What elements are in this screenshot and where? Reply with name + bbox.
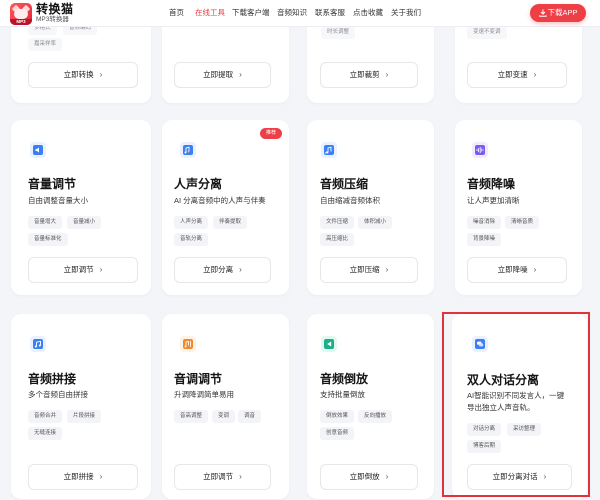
recommend-badge: 推荐 <box>260 128 282 139</box>
chevron-right-icon: › <box>99 265 103 274</box>
card-audio-denoise[interactable]: 音频降噪 让人声更加清晰 噪音消除 清晰音质 背景降噪 立即降噪 › <box>455 120 582 295</box>
tag: 背景降噪 <box>467 233 502 246</box>
convert-now-button[interactable]: 立即转换 › <box>28 62 138 88</box>
tag: 嘉采样率 <box>28 38 63 51</box>
tag: 音量标准化 <box>28 233 68 246</box>
reverse-icon <box>321 336 337 352</box>
tag: 创意音频 <box>320 427 355 440</box>
vocal-split-icon <box>180 142 196 158</box>
tag: 文件压缩 <box>320 216 355 229</box>
adjust-now-button[interactable]: 立即调节 › <box>28 257 138 283</box>
tag: 人声分离 <box>174 216 209 229</box>
chevron-right-icon: › <box>239 70 242 79</box>
tag: 变速不变调 <box>467 26 507 39</box>
download-icon <box>539 9 547 17</box>
merge-now-button[interactable]: 立即拼接 › <box>28 464 138 490</box>
chevron-right-icon: › <box>239 472 242 481</box>
tag: 音高调整 <box>174 410 209 423</box>
card-description: 导出独立人声音轨。 <box>467 403 535 412</box>
chevron-right-icon: › <box>99 70 103 79</box>
card-title: 人声分离 <box>174 177 223 191</box>
volume-icon <box>30 142 46 158</box>
card-audio-merge[interactable]: 音频拼接 多个音频自由拼接 音频合并 片段拼接 无缝连接 立即拼接 › <box>11 314 151 499</box>
separate-now-button[interactable]: 立即分离 › <box>174 257 271 283</box>
merge-icon <box>30 336 46 352</box>
tag: 伴奏提取 <box>213 216 248 229</box>
chevron-right-icon: › <box>543 472 547 481</box>
card-description: AI 分离音频中的人声与伴奏 <box>174 196 266 205</box>
separate-dialogue-now-button[interactable]: 立即分离对话 › <box>467 464 572 490</box>
card-description: 多个音频自由拼接 <box>28 390 88 399</box>
tag: 倒放效果 <box>320 410 355 423</box>
reverse-now-button[interactable]: 立即倒放 › <box>320 464 418 490</box>
chevron-right-icon: › <box>385 472 389 481</box>
download-app-button[interactable]: 下载APP <box>530 4 586 22</box>
chevron-right-icon: › <box>385 265 389 274</box>
trim-now-button[interactable]: 立即裁剪 › <box>320 62 418 88</box>
tag: 博客后期 <box>467 440 502 453</box>
tag: 清晰音质 <box>505 216 540 229</box>
card-description: 自由调整音量大小 <box>28 196 88 205</box>
dialogue-icon <box>472 336 488 352</box>
chevron-right-icon: › <box>239 265 242 274</box>
top-header: MP3 转换猫 MP3转换器 首页 在线工具 下载客户端 音频知识 联系客服 点… <box>0 0 600 27</box>
card-title: 音频拼接 <box>28 372 77 386</box>
card-description: 让人声更加清晰 <box>467 196 520 205</box>
tag: 调音 <box>238 410 262 423</box>
compress-icon <box>321 142 337 158</box>
tag: 时长调整 <box>321 26 356 39</box>
logo-subtitle: MP3转换器 <box>36 16 69 23</box>
tag: 片段拼接 <box>67 410 102 423</box>
nav-contact-support[interactable]: 联系客服 <box>315 0 345 27</box>
denoise-now-button[interactable]: 立即降噪 › <box>467 257 567 283</box>
tag: 反向播放 <box>358 410 393 423</box>
card-volume-adjust[interactable]: 音量调节 自由调整音量大小 音量增大 音量减小 音量标准化 立即调节 › <box>11 120 151 295</box>
tag: 无缝连接 <box>28 427 63 440</box>
card-title: 音频降噪 <box>467 177 516 191</box>
nav-download-client[interactable]: 下载客户端 <box>232 0 270 27</box>
card-description: 升调降调简单易用 <box>174 390 234 399</box>
chevron-right-icon: › <box>533 70 537 79</box>
tag: 音量增大 <box>28 216 63 229</box>
card-dialogue-separation[interactable]: 双人对话分离 AI智能识别不同发言人，一键 导出独立人声音轨。 对话分离 采访整… <box>452 314 587 499</box>
nav-audio-knowledge[interactable]: 音频知识 <box>277 0 307 27</box>
card-description: AI智能识别不同发言人，一键 <box>467 391 565 400</box>
logo-title[interactable]: 转换猫 <box>36 3 74 16</box>
tag: 采访整理 <box>507 423 542 436</box>
pitch-icon <box>180 336 196 352</box>
tag: 体积减小 <box>358 216 393 229</box>
card-audio-compress[interactable]: 音频压缩 自由缩减音频体积 文件压缩 体积减小 高压缩比 立即压缩 › <box>307 120 434 295</box>
card-title: 双人对话分离 <box>467 373 540 387</box>
nav-about-us[interactable]: 关于我们 <box>391 0 421 27</box>
logo-cat-icon[interactable]: MP3 <box>10 3 32 25</box>
card-audio-reverse[interactable]: 音频倒放 支持批量倒放 倒放效果 反向播放 创意音频 立即倒放 › <box>307 314 434 499</box>
nav-home[interactable]: 首页 <box>169 0 184 27</box>
card-vocal-separation[interactable]: 人声分离 AI 分离音频中的人声与伴奏 人声分离 伴奏提取 音轨分离 立即分离 › <box>162 120 289 295</box>
tag: 对话分离 <box>467 423 502 436</box>
tag: 噪音消除 <box>467 216 502 229</box>
card-description: 自由缩减音频体积 <box>320 196 380 205</box>
card-pitch-adjust[interactable]: 音调调节 升调降调简单易用 音高调整 变调 调音 立即调节 › <box>162 314 289 499</box>
compress-now-button[interactable]: 立即压缩 › <box>320 257 418 283</box>
card-title: 音频倒放 <box>320 372 369 386</box>
chevron-right-icon: › <box>99 472 103 481</box>
denoise-icon <box>472 142 488 158</box>
nav-online-tools[interactable]: 在线工具 <box>195 0 225 27</box>
pitch-now-button[interactable]: 立即调节 › <box>174 464 271 490</box>
nav-bookmark[interactable]: 点击收藏 <box>353 0 383 27</box>
tag: 变调 <box>212 410 236 423</box>
chevron-right-icon: › <box>533 265 537 274</box>
card-description: 支持批量倒放 <box>320 390 365 399</box>
tag: 音频合并 <box>28 410 63 423</box>
speed-now-button[interactable]: 立即变速 › <box>467 62 567 88</box>
tag: 高压缩比 <box>320 233 355 246</box>
extract-now-button[interactable]: 立即提取 › <box>174 62 271 88</box>
chevron-right-icon: › <box>385 70 389 79</box>
card-title: 音量调节 <box>28 177 77 191</box>
card-title: 音频压缩 <box>320 177 369 191</box>
card-title: 音调调节 <box>174 372 223 386</box>
tag: 音量减小 <box>67 216 102 229</box>
tag: 音轨分离 <box>174 233 209 246</box>
